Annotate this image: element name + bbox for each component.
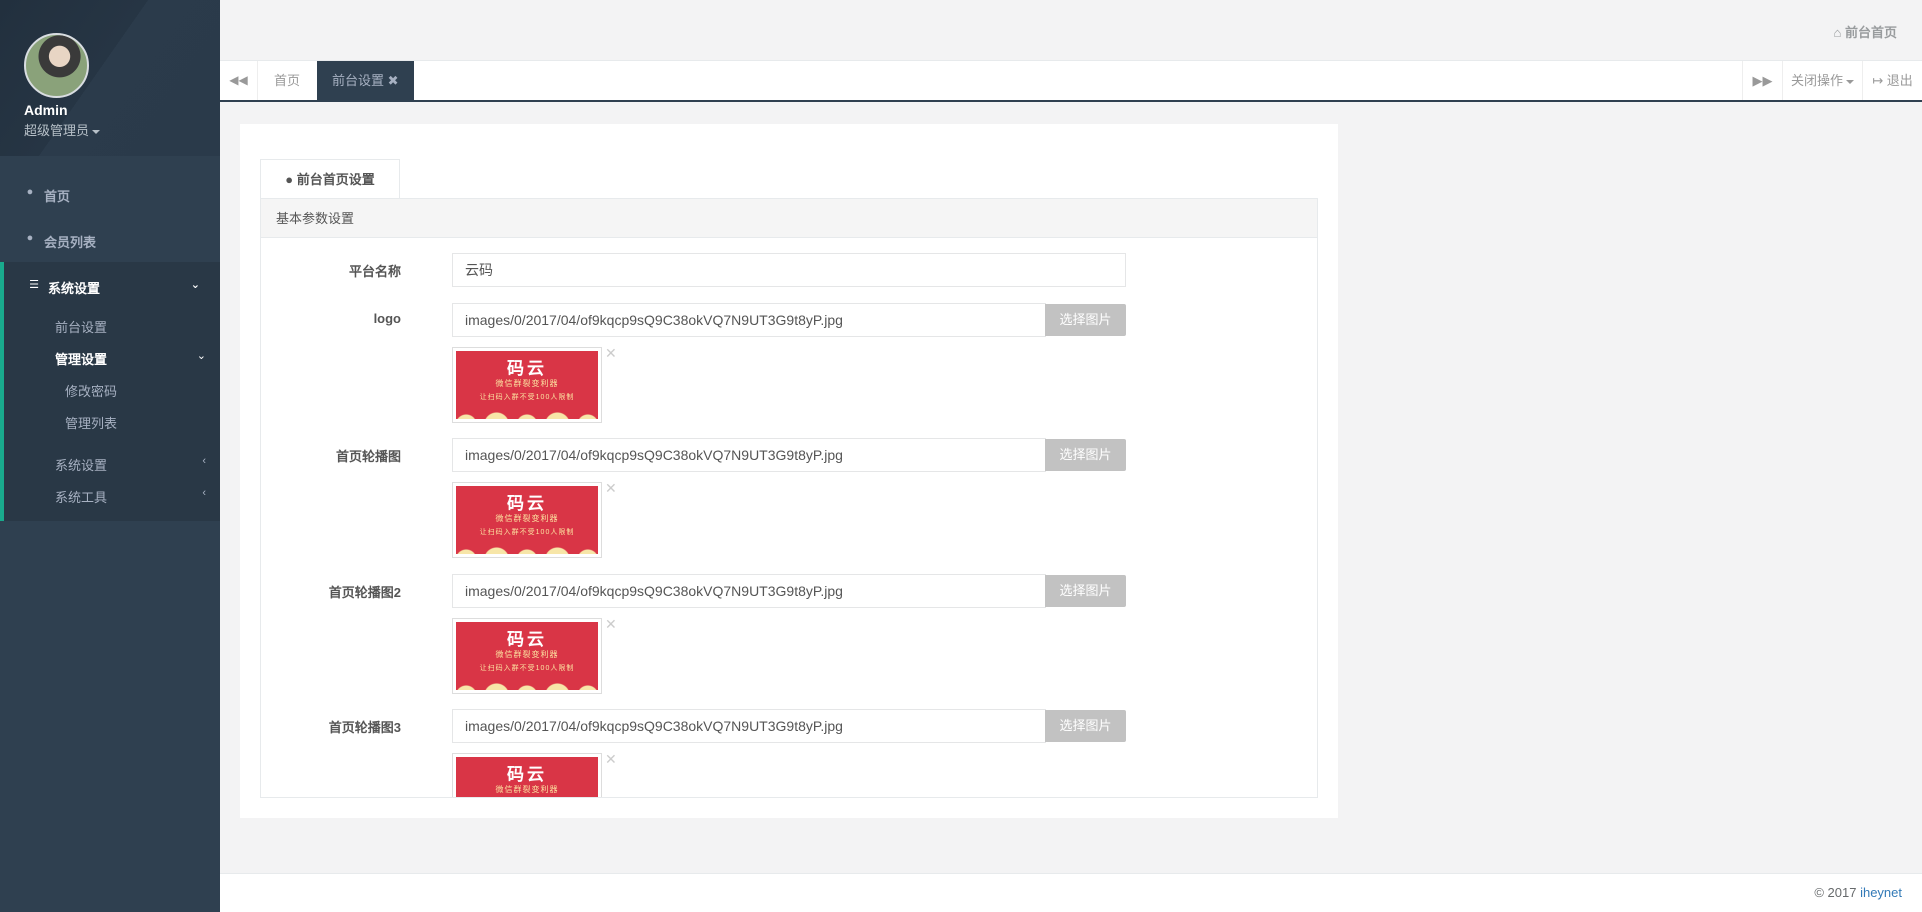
brand-link[interactable]: iheynet — [1860, 885, 1902, 900]
thumbnail-title: 码云 — [507, 359, 547, 379]
carousel-2-path-input[interactable]: images/0/2017/04/of9kqcp9sQ9C38okVQ7N9UT… — [452, 574, 1046, 608]
tab-scroll-right-button[interactable]: ▶▶ — [1742, 61, 1782, 100]
thumbnail-line1: 微信群裂变利器 — [495, 514, 559, 523]
chevron-down-icon: ⌄ — [190, 279, 200, 291]
copyright-text: © 2017 — [1814, 885, 1861, 900]
platform-name-input[interactable]: 云码 — [452, 253, 1126, 287]
logout-label: 退出 — [1886, 73, 1913, 88]
avatar[interactable] — [24, 33, 89, 98]
thumbnail-title: 码云 — [507, 765, 547, 785]
chevron-down-icon: ⌄ — [196, 350, 206, 362]
sidebar-sub-admin-list[interactable]: 管理列表 — [65, 413, 117, 432]
carousel-2-label: 首页轮播图2 — [328, 585, 401, 600]
thumbnail-title: 码云 — [507, 630, 547, 650]
carousel-3-label: 首页轮播图3 — [328, 720, 401, 735]
content-box: ● 前台首页设置 基本参数设置 平台名称 云码 logo images/0/20… — [240, 124, 1338, 818]
caret-down-icon — [92, 129, 101, 134]
logo-pick-image-button[interactable]: 选择图片 — [1045, 304, 1126, 336]
sidebar-item-label: 会员列表 — [44, 235, 97, 250]
carousel-1-pick-image-button[interactable]: 选择图片 — [1045, 439, 1126, 471]
tab-label: 前台设置 — [332, 73, 385, 88]
panel-tab-label: 前台首页设置 — [296, 172, 375, 187]
close-operations-dropdown[interactable]: 关闭操作 — [1782, 61, 1862, 100]
tab-front-home-settings[interactable]: ● 前台首页设置 — [260, 159, 400, 199]
carousel-2-thumbnail: 码云 微信群裂变利器 让扫码入群不受100人限制 — [452, 618, 602, 694]
front-home-label: 前台首页 — [1844, 25, 1897, 40]
thumbnail-line2: 让扫码入群不受100人限制 — [479, 529, 575, 536]
sidebar: Admin 超级管理员 ● 首页 ● 会员列表 ☰ 系统设置 ⌄ 前台设置 管理… — [0, 0, 220, 912]
sidebar-item-members[interactable]: ● 会员列表 — [0, 232, 220, 252]
logout-icon: ↦ — [1872, 73, 1887, 88]
thumbnail-line2: 让扫码入群不受100人限制 — [479, 394, 575, 401]
thumbnail-image: 码云 微信群裂变利器 让扫码入群不受100人限制 — [456, 622, 598, 690]
settings-panel: 基本参数设置 平台名称 云码 logo images/0/2017/04/of9… — [260, 198, 1318, 798]
user-icon: ● — [26, 186, 34, 198]
platform-name-label: 平台名称 — [348, 264, 401, 279]
thumbnail-title: 码云 — [507, 494, 547, 514]
chevron-left-icon: ‹ — [202, 487, 206, 499]
sidebar-section-system: ☰ 系统设置 ⌄ 前台设置 管理设置 ⌄ 修改密码 管理列表 系统设置 ‹ 系统… — [0, 262, 220, 521]
cloud-decoration — [456, 680, 598, 690]
logout-button[interactable]: ↦ 退出 — [1862, 61, 1922, 100]
profile-name: Admin — [24, 102, 68, 118]
tab-home[interactable]: 首页 — [259, 61, 315, 100]
profile-role-dropdown[interactable]: 超级管理员 — [24, 120, 101, 139]
front-home-link[interactable]: ⌂ 前台首页 — [1834, 22, 1897, 41]
close-operations-label: 关闭操作 — [1790, 73, 1843, 88]
tab-front-settings[interactable]: 前台设置 ✖ — [317, 61, 414, 100]
sidebar-item-home[interactable]: ● 首页 — [0, 186, 220, 206]
top-bar: ⌂ 前台首页 — [220, 0, 1922, 61]
remove-image-icon[interactable]: ✕ — [605, 480, 617, 497]
remove-image-icon[interactable]: ✕ — [605, 751, 617, 768]
sidebar-sub-front-settings[interactable]: 前台设置 — [55, 317, 107, 336]
tab-bar: ◀◀ 首页 前台设置 ✖ ▶▶ 关闭操作 ↦ 退出 — [220, 61, 1922, 102]
user-icon: ● — [26, 232, 34, 244]
carousel-1-label: 首页轮播图 — [335, 449, 401, 464]
double-left-icon: ◀◀ — [229, 73, 248, 87]
remove-image-icon[interactable]: ✕ — [605, 345, 617, 362]
footer: © 2017 iheynet — [220, 873, 1922, 912]
thumbnail-line2: 让扫码入群不受100人限制 — [479, 665, 575, 672]
caret-down-icon — [1846, 79, 1854, 84]
remove-image-icon[interactable]: ✕ — [605, 616, 617, 633]
cloud-decoration — [456, 409, 598, 419]
carousel-3-pick-image-button[interactable]: 选择图片 — [1045, 710, 1126, 742]
carousel-2-pick-image-button[interactable]: 选择图片 — [1045, 575, 1126, 607]
carousel-1-path-input[interactable]: images/0/2017/04/of9kqcp9sQ9C38okVQ7N9UT… — [452, 438, 1046, 472]
section-title: 基本参数设置 — [261, 199, 1317, 238]
thumbnail-image: 码云 微信群裂变利器 让扫码入群不受100人限制 — [456, 486, 598, 554]
close-tab-icon[interactable]: ✖ — [388, 73, 399, 88]
chevron-left-icon: ‹ — [202, 455, 206, 467]
profile-role-label: 超级管理员 — [24, 123, 90, 138]
sidebar-sub-system-tools[interactable]: 系统工具 — [55, 487, 107, 506]
profile-block: Admin 超级管理员 — [0, 0, 220, 156]
cutlery-icon: ☰ — [29, 279, 39, 291]
sidebar-item-label: 首页 — [44, 189, 71, 204]
user-icon: ● — [285, 172, 297, 187]
thumbnail-image: 码云 微信群裂变利器 让扫码入群不受100人限制 — [456, 351, 598, 419]
home-icon: ⌂ — [1833, 25, 1845, 40]
tab-scroll-left-button[interactable]: ◀◀ — [220, 61, 258, 100]
logo-label: logo — [373, 311, 401, 326]
footer-copyright: © 2017 iheynet — [1814, 885, 1902, 900]
thumbnail-line1: 微信群裂变利器 — [495, 650, 559, 659]
thumbnail-line1: 微信群裂变利器 — [495, 379, 559, 388]
sidebar-item-label: 系统设置 — [48, 281, 101, 296]
sidebar-sub-change-password[interactable]: 修改密码 — [65, 381, 117, 400]
double-right-icon: ▶▶ — [1752, 73, 1773, 88]
carousel-3-path-input[interactable]: images/0/2017/04/of9kqcp9sQ9C38okVQ7N9UT… — [452, 709, 1046, 743]
logo-thumbnail: 码云 微信群裂变利器 让扫码入群不受100人限制 — [452, 347, 602, 423]
thumbnail-image: 码云 微信群裂变利器 让扫码入群不受100人限制 — [456, 757, 598, 797]
cloud-decoration — [456, 544, 598, 554]
sidebar-sub-system-settings[interactable]: 系统设置 — [55, 455, 107, 474]
sidebar-sub-admin-settings[interactable]: 管理设置 — [55, 349, 107, 368]
carousel-1-thumbnail: 码云 微信群裂变利器 让扫码入群不受100人限制 — [452, 482, 602, 558]
thumbnail-line1: 微信群裂变利器 — [495, 785, 559, 794]
carousel-3-thumbnail: 码云 微信群裂变利器 让扫码入群不受100人限制 — [452, 753, 602, 797]
logo-path-input[interactable]: images/0/2017/04/of9kqcp9sQ9C38okVQ7N9UT… — [452, 303, 1046, 337]
